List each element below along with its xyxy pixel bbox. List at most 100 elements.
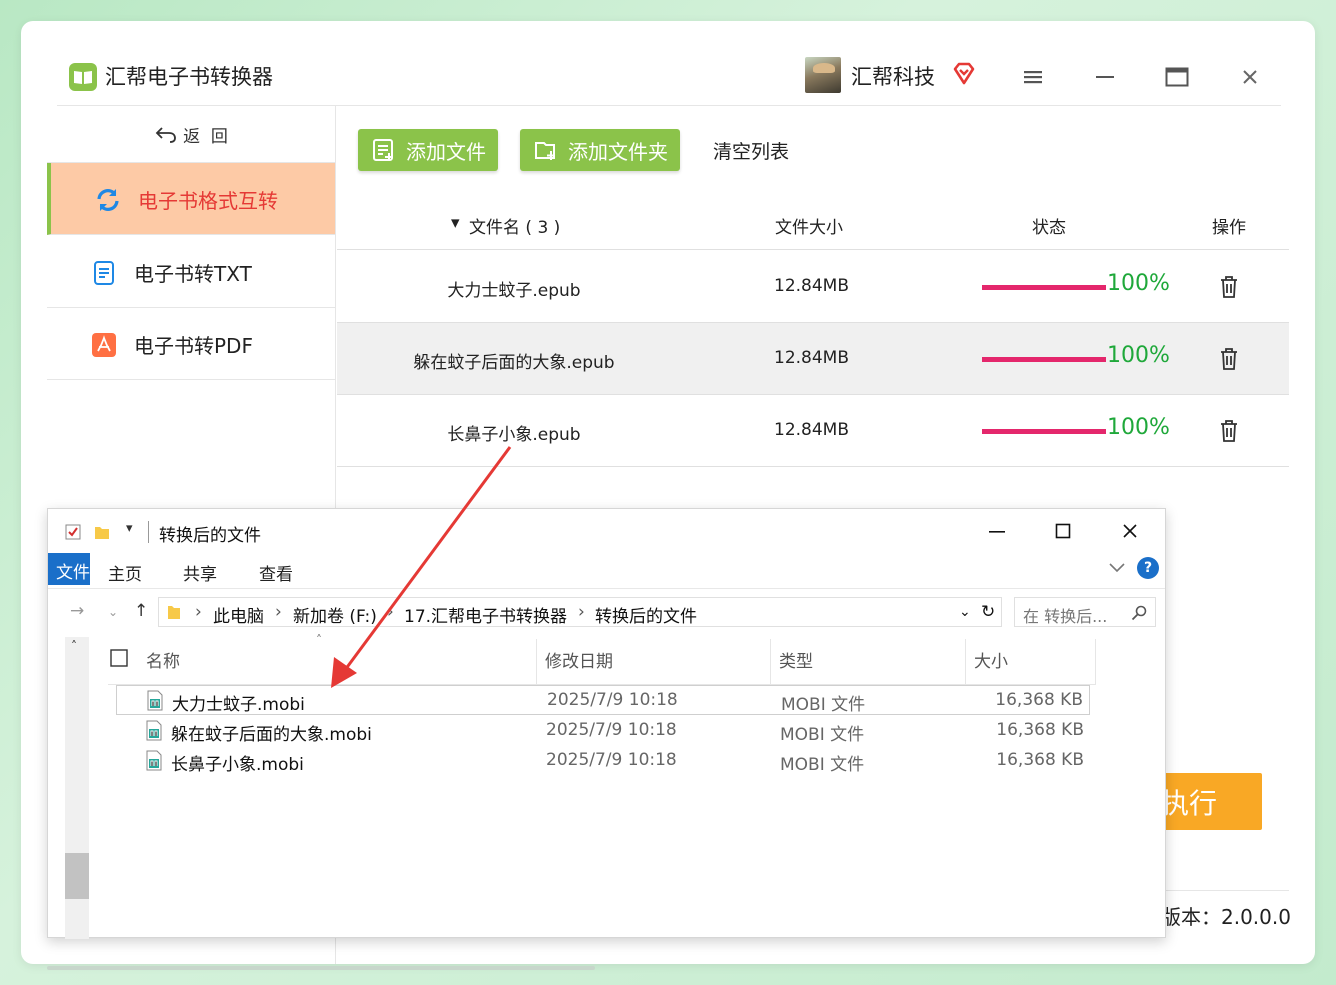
close-icon[interactable] <box>1237 65 1263 89</box>
file-list-item[interactable]: 躲在蚊子后面的大象.mobi 2025/7/9 10:18 MOBI 文件 16… <box>116 716 1090 746</box>
breadcrumb-item[interactable]: 新加卷 (F:) <box>293 602 377 627</box>
add-file-button[interactable]: 添加文件 <box>358 129 498 171</box>
maximize-icon[interactable] <box>1164 65 1190 89</box>
vip-diamond-icon[interactable] <box>951 61 977 87</box>
scroll-up-icon[interactable]: ˄ <box>71 639 77 653</box>
file-explorer-window: ▾ 转换后的文件 文件 主页 共享 查看 ? → ⌄ ↑ › 此电脑 › 新加卷 <box>47 508 1166 939</box>
quick-access-dropdown-icon[interactable]: ▾ <box>126 521 133 536</box>
column-separator <box>1095 639 1096 685</box>
column-type[interactable]: 类型 <box>779 647 813 672</box>
column-size[interactable]: 大小 <box>974 647 1008 672</box>
minimize-icon[interactable] <box>1092 65 1118 89</box>
breadcrumb-item[interactable]: 转换后的文件 <box>595 602 697 627</box>
file-table-header: ▾ 文件名 ( 3 ) 文件大小 状态 操作 <box>337 201 1289 250</box>
table-row[interactable]: 躲在蚊子后面的大象.epub 12.84MB 100% <box>337 323 1289 395</box>
menu-icon[interactable] <box>1020 65 1046 89</box>
explorer-minimize-icon[interactable] <box>985 519 1009 543</box>
explorer-maximize-icon[interactable] <box>1051 519 1075 543</box>
address-row: → ⌄ ↑ › 此电脑 › 新加卷 (F:) › 17.汇帮电子书转换器 › 转… <box>48 595 1165 629</box>
column-filesize: 文件大小 <box>775 218 843 238</box>
trash-icon[interactable] <box>1219 419 1239 443</box>
explorer-ribbon: 文件 主页 共享 查看 ? <box>48 553 1165 589</box>
up-arrow-icon[interactable]: ↑ <box>134 601 148 621</box>
file-date: 2025/7/9 10:18 <box>546 750 677 770</box>
file-date: 2025/7/9 10:18 <box>547 690 678 710</box>
file-size: 12.84MB <box>774 348 849 368</box>
breadcrumb-item[interactable]: 17.汇帮电子书转换器 <box>404 602 567 627</box>
column-name[interactable]: 名称 <box>146 647 180 672</box>
sidebar-item-to-pdf[interactable]: 电子书转PDF <box>47 308 336 380</box>
breadcrumb-chevron-icon: › <box>387 602 394 622</box>
ribbon-tab-file[interactable]: 文件 <box>48 553 90 585</box>
file-size: 16,368 KB <box>995 690 1083 710</box>
address-dropdown-icon[interactable]: ⌄ <box>959 604 971 620</box>
forward-arrow-icon[interactable]: → <box>70 601 84 621</box>
add-folder-icon <box>535 142 555 160</box>
file-name: 躲在蚊子后面的大象.epub <box>413 353 615 373</box>
column-action: 操作 <box>1212 218 1246 238</box>
trash-icon[interactable] <box>1219 275 1239 299</box>
ribbon-tab-home[interactable]: 主页 <box>108 560 142 585</box>
table-row[interactable]: 大力士蚊子.epub 12.84MB 100% <box>337 251 1289 323</box>
add-folder-button[interactable]: 添加文件夹 <box>520 129 680 171</box>
sidebar-item-to-txt[interactable]: 电子书转TXT <box>47 236 336 308</box>
breadcrumb-chevron-icon: › <box>275 602 282 622</box>
title-separator <box>148 521 149 543</box>
address-bar[interactable]: › 此电脑 › 新加卷 (F:) › 17.汇帮电子书转换器 › 转换后的文件 … <box>158 597 1002 627</box>
column-date[interactable]: 修改日期 <box>545 647 613 672</box>
properties-check-icon[interactable] <box>64 523 82 541</box>
progress-bar <box>982 429 1106 434</box>
refresh-icon[interactable]: ↻ <box>981 602 995 622</box>
sort-caret-icon[interactable]: ▾ <box>451 213 460 233</box>
ribbon-tab-share[interactable]: 共享 <box>183 560 217 585</box>
mobi-file-icon <box>147 690 163 711</box>
help-icon[interactable]: ? <box>1137 557 1159 579</box>
sidebar-item-label: 电子书转PDF <box>134 334 253 358</box>
avatar[interactable] <box>805 57 841 93</box>
column-status: 状态 <box>1032 218 1066 238</box>
search-icon[interactable] <box>1131 605 1147 621</box>
file-size: 16,368 KB <box>996 750 1084 770</box>
breadcrumb-item[interactable]: 此电脑 <box>213 602 264 627</box>
explorer-close-icon[interactable] <box>1118 519 1142 543</box>
breadcrumb-chevron-icon: › <box>195 602 202 622</box>
horizontal-scrollbar[interactable] <box>47 966 595 970</box>
file-name: 大力士蚊子.mobi <box>172 695 305 715</box>
file-type: MOBI 文件 <box>781 695 866 715</box>
add-folder-label: 添加文件夹 <box>568 139 668 164</box>
file-name: 长鼻子小象.epub <box>447 425 581 445</box>
folder-icon[interactable] <box>94 523 110 541</box>
recent-dropdown-icon[interactable]: ⌄ <box>108 605 118 619</box>
file-size: 12.84MB <box>774 420 849 440</box>
sidebar-item-label: 电子书格式互转 <box>138 189 278 213</box>
search-input[interactable]: 在 转换后... <box>1014 597 1156 627</box>
clear-list-button[interactable]: 清空列表 <box>713 137 789 164</box>
progress-bar <box>982 357 1106 362</box>
file-list-item[interactable]: 长鼻子小象.mobi 2025/7/9 10:18 MOBI 文件 16,368… <box>116 746 1090 776</box>
table-row[interactable]: 长鼻子小象.epub 12.84MB 100% <box>337 395 1289 467</box>
file-size: 16,368 KB <box>996 720 1084 740</box>
refresh-icon <box>95 187 121 213</box>
mobi-file-icon <box>146 720 162 741</box>
breadcrumb-chevron-icon: › <box>578 602 585 622</box>
file-list-header: 名称 ˄ 修改日期 类型 大小 <box>108 633 1096 685</box>
back-button[interactable]: 返 回 <box>47 106 336 163</box>
navigation-pane-scrollbar[interactable]: ˄ <box>65 637 89 939</box>
scroll-thumb[interactable] <box>65 853 89 899</box>
column-filename[interactable]: 文件名 ( 3 ) <box>469 213 560 238</box>
file-name: 长鼻子小象.mobi <box>171 755 304 775</box>
app-logo-icon <box>69 63 97 91</box>
progress-label: 100% <box>1107 343 1170 368</box>
back-label: 返 回 <box>183 126 228 147</box>
user-name[interactable]: 汇帮科技 <box>851 61 935 91</box>
file-list-item[interactable]: 大力士蚊子.mobi 2025/7/9 10:18 MOBI 文件 16,368… <box>116 685 1090 715</box>
title-bar: 汇帮电子书转换器 汇帮科技 <box>57 21 1281 106</box>
version-label: 版本：2.0.0.0 <box>1161 905 1291 929</box>
ribbon-expand-icon[interactable] <box>1108 559 1126 578</box>
ribbon-tab-view[interactable]: 查看 <box>259 560 293 585</box>
explorer-title-bar: ▾ 转换后的文件 <box>48 509 1165 553</box>
trash-icon[interactable] <box>1219 347 1239 371</box>
address-folder-icon <box>168 606 180 619</box>
sidebar-item-format-convert[interactable]: 电子书格式互转 <box>47 163 336 235</box>
select-all-checkbox[interactable] <box>110 649 128 667</box>
